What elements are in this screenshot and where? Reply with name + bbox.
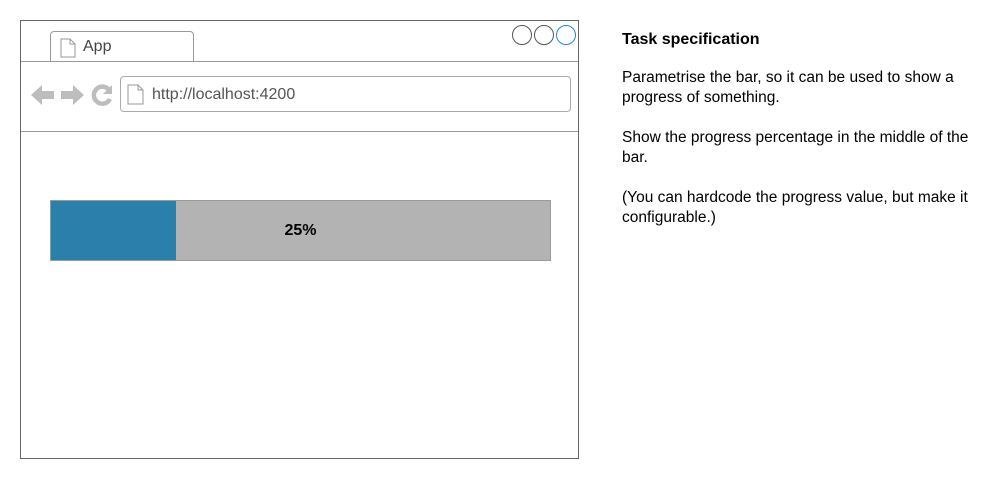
progress-label: 25% <box>284 221 317 239</box>
page-icon <box>60 38 76 63</box>
tab-app[interactable]: App <box>50 31 194 61</box>
progress-bar: 25% <box>50 200 551 261</box>
back-arrow-icon[interactable] <box>31 84 55 111</box>
spec-title: Task specification <box>622 31 760 48</box>
spec-paragraph: Show the progress percentage in the midd… <box>622 129 969 166</box>
browser-window: App http://localhost:4200 25% <box>20 20 579 459</box>
close-button[interactable] <box>556 25 576 45</box>
forward-arrow-icon[interactable] <box>60 84 84 111</box>
spec-paragraph: Parametrise the bar, so it can be used t… <box>622 69 954 106</box>
window-controls <box>512 25 576 45</box>
minimize-button[interactable] <box>512 25 532 45</box>
reload-icon[interactable] <box>91 84 113 111</box>
url-text: http://localhost:4200 <box>152 86 296 103</box>
tab-bar: App <box>21 21 578 62</box>
nav-bar: http://localhost:4200 <box>21 62 578 132</box>
url-bar[interactable]: http://localhost:4200 <box>120 76 571 112</box>
tab-label: App <box>83 38 112 55</box>
task-specification: Task specification Parametrise the bar, … <box>622 30 992 248</box>
spec-paragraph: (You can hardcode the progress value, bu… <box>622 189 968 226</box>
page-icon <box>127 84 144 110</box>
maximize-button[interactable] <box>534 25 554 45</box>
